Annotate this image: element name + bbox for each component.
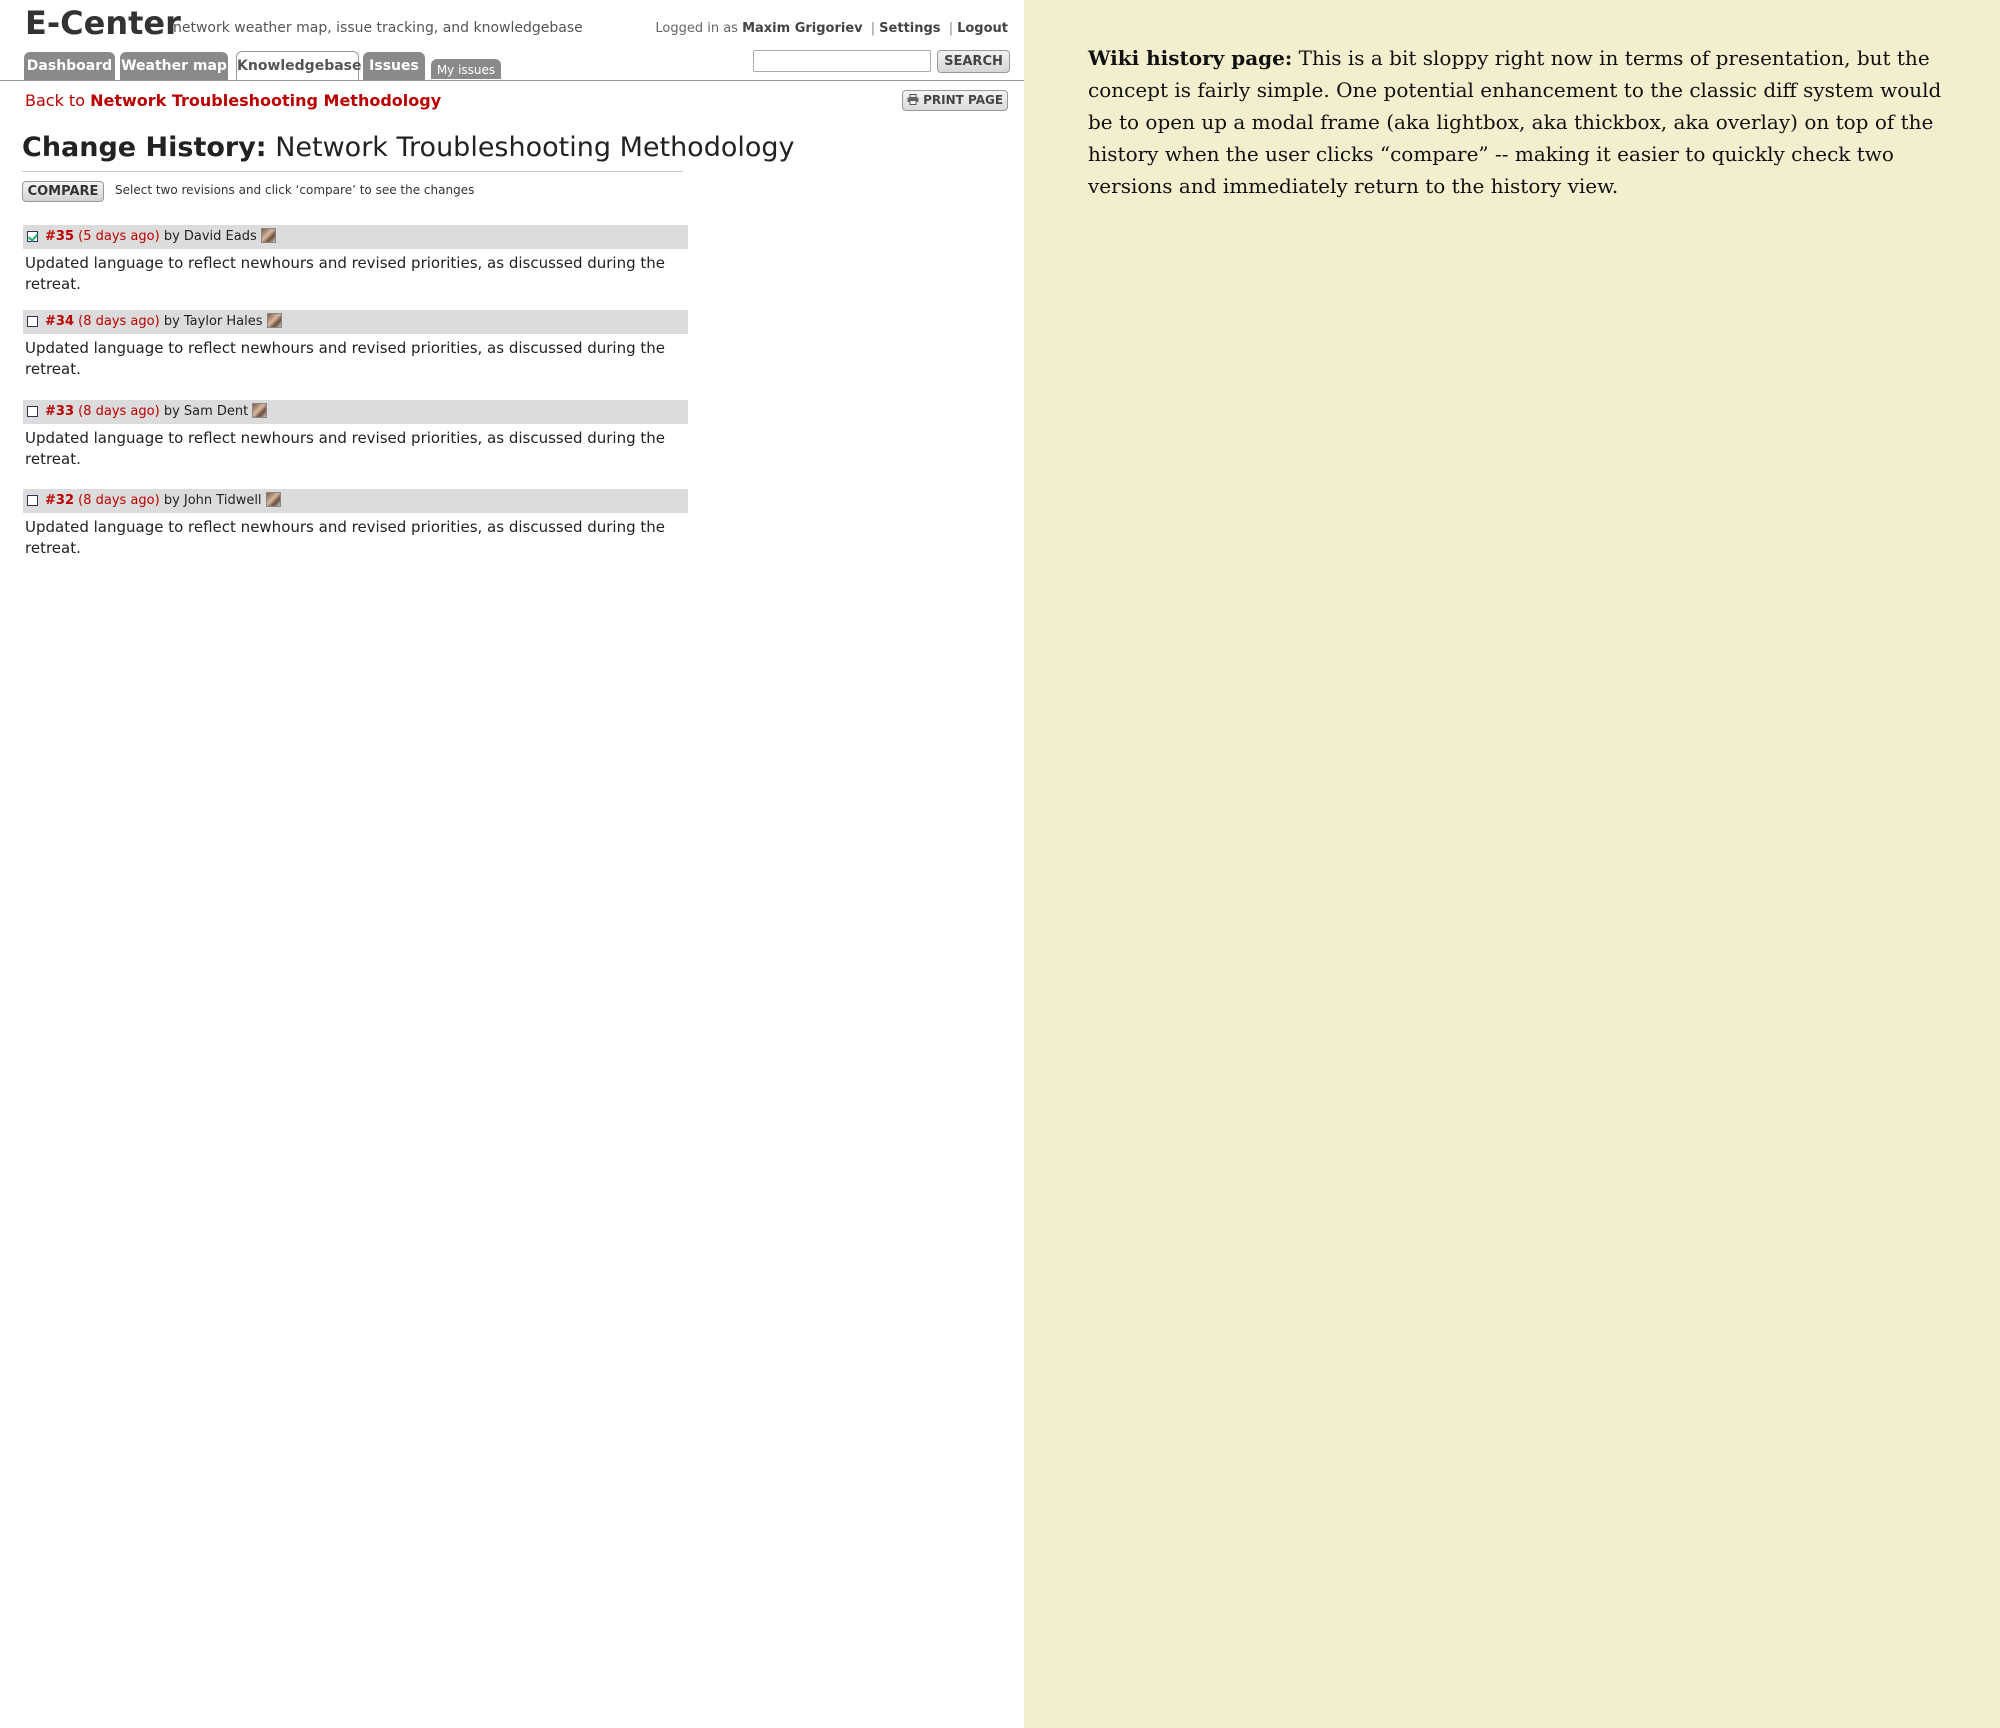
annotation-heading: Wiki history page: bbox=[1088, 46, 1293, 70]
avatar bbox=[266, 313, 282, 328]
revision-summary: Updated language to reflect newhours and… bbox=[25, 429, 666, 468]
revision-header: #34 (8 days ago) by Taylor Hales bbox=[23, 310, 688, 334]
revision-checkbox[interactable] bbox=[27, 406, 38, 417]
tab-knowledgebase[interactable]: Knowledgebase bbox=[236, 51, 362, 81]
revision-summary: Updated language to reflect newhours and… bbox=[25, 339, 666, 378]
back-link-prefix: Back to bbox=[25, 91, 85, 110]
revision-author: by David Eads bbox=[163, 229, 257, 244]
revision-header: #33 (8 days ago) by Sam Dent bbox=[23, 400, 688, 424]
separator: | bbox=[948, 21, 954, 36]
page-title-label: Change History: bbox=[22, 132, 267, 163]
search-button[interactable]: SEARCH bbox=[937, 50, 1010, 73]
app-panel: E-Center network weather map, issue trac… bbox=[0, 0, 1024, 1728]
compare-hint: Select two revisions and click ‘compare’… bbox=[115, 183, 475, 197]
revision-checkbox[interactable] bbox=[27, 316, 38, 327]
tab-my-issues[interactable]: My issues bbox=[431, 59, 501, 79]
print-page-label: PRINT PAGE bbox=[923, 93, 1004, 107]
revision-item: #35 (5 days ago) by David Eads Updated l… bbox=[23, 225, 688, 295]
back-link[interactable]: Back to Network Troubleshooting Methodol… bbox=[25, 91, 441, 110]
revision-age: (8 days ago) bbox=[78, 314, 160, 329]
revision-item: #34 (8 days ago) by Taylor Hales Updated… bbox=[23, 310, 688, 380]
revision-number[interactable]: #32 bbox=[45, 493, 74, 508]
back-link-target[interactable]: Network Troubleshooting Methodology bbox=[90, 91, 441, 110]
annotation-note: Wiki history page: This is a bit sloppy … bbox=[1088, 42, 1948, 202]
page-title: Change History: Network Troubleshooting … bbox=[22, 132, 795, 163]
compare-button[interactable]: COMPARE bbox=[22, 181, 104, 202]
avatar bbox=[265, 492, 281, 507]
revision-header: #35 (5 days ago) by David Eads bbox=[23, 225, 688, 249]
revision-author: by John Tidwell bbox=[163, 493, 262, 508]
settings-link[interactable]: Settings bbox=[879, 21, 940, 36]
revision-age: (8 days ago) bbox=[78, 493, 160, 508]
annotation-panel: Wiki history page: This is a bit sloppy … bbox=[1024, 0, 2000, 1728]
print-page-button[interactable]: PRINT PAGE bbox=[902, 90, 1008, 111]
logged-in-label: Logged in as bbox=[655, 21, 738, 36]
revision-summary: Updated language to reflect newhours and… bbox=[25, 254, 666, 293]
title-divider bbox=[22, 171, 683, 172]
avatar bbox=[260, 228, 276, 243]
logout-link[interactable]: Logout bbox=[957, 21, 1008, 36]
avatar bbox=[252, 403, 268, 418]
revision-header: #32 (8 days ago) by John Tidwell bbox=[23, 489, 688, 513]
tab-dashboard[interactable]: Dashboard bbox=[24, 52, 115, 80]
revision-summary: Updated language to reflect newhours and… bbox=[25, 518, 666, 557]
separator: | bbox=[870, 21, 876, 36]
app-logo[interactable]: E-Center bbox=[25, 4, 181, 42]
revision-age: (8 days ago) bbox=[78, 404, 160, 419]
search-input[interactable] bbox=[753, 50, 931, 72]
revision-number[interactable]: #33 bbox=[45, 404, 74, 419]
revision-checkbox[interactable] bbox=[27, 231, 38, 242]
revision-number[interactable]: #34 bbox=[45, 314, 74, 329]
tab-weather-map[interactable]: Weather map bbox=[120, 52, 228, 80]
tab-divider bbox=[0, 80, 1024, 81]
printer-icon bbox=[907, 94, 919, 105]
revision-age: (5 days ago) bbox=[78, 229, 160, 244]
user-name: Maxim Grigoriev bbox=[742, 21, 863, 36]
revision-item: #33 (8 days ago) by Sam Dent Updated lan… bbox=[23, 400, 688, 470]
revision-author: by Taylor Hales bbox=[163, 314, 263, 329]
revision-number[interactable]: #35 bbox=[45, 229, 74, 244]
revision-item: #32 (8 days ago) by John Tidwell Updated… bbox=[23, 489, 688, 559]
tab-issues[interactable]: Issues bbox=[363, 52, 425, 80]
revision-author: by Sam Dent bbox=[163, 404, 249, 419]
revision-checkbox[interactable] bbox=[27, 495, 38, 506]
app-tagline: network weather map, issue tracking, and… bbox=[173, 20, 583, 36]
user-bar: Logged in as Maxim Grigoriev | Settings |… bbox=[655, 21, 1008, 36]
page-title-name: Network Troubleshooting Methodology bbox=[275, 132, 795, 163]
